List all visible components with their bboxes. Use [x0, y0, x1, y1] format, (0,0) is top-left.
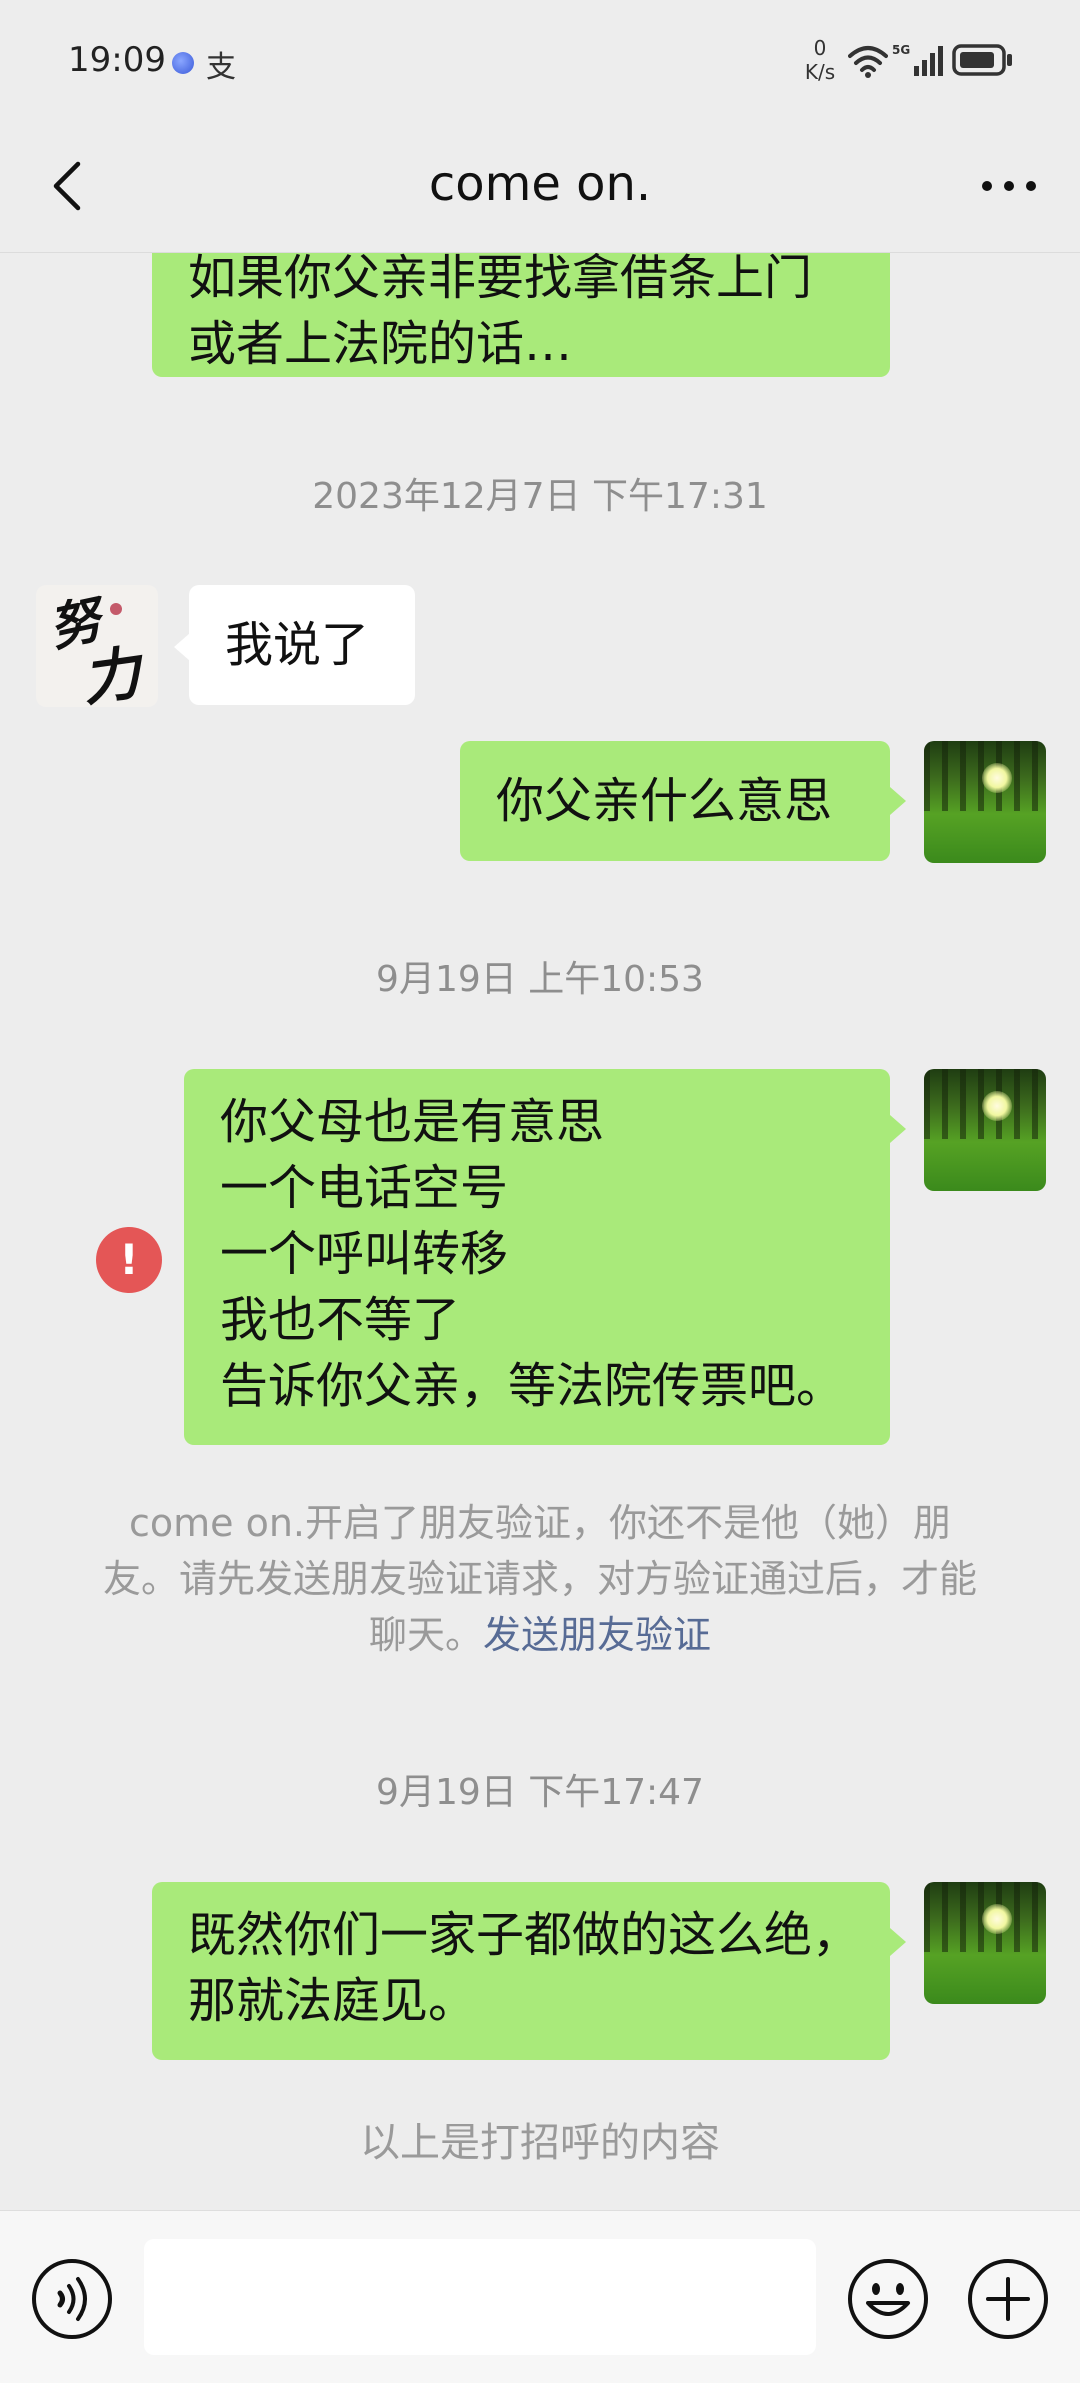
- message-line: 既然你们一家子都做的这么绝，: [188, 1907, 861, 1963]
- bubble-tail: [890, 787, 906, 815]
- message-text: 你父亲什么意思: [496, 773, 833, 829]
- voice-input-button[interactable]: [30, 2257, 114, 2345]
- friend-verification-notice: come on.开启了朋友验证，你还不是他（她）朋友。请先发送朋友验证请求，对方…: [100, 1495, 980, 1663]
- message-line: 你父母也是有意思: [220, 1094, 605, 1150]
- message-timestamp: 9月19日 上午10:53: [376, 959, 704, 1000]
- battery-icon: [952, 44, 1012, 76]
- greeting-notice: 以上是打招呼的内容: [360, 2120, 720, 2166]
- network-type-label: 5G: [892, 43, 910, 57]
- alipay-notification-icon: 支: [206, 50, 236, 85]
- bubble-tail: [890, 1115, 906, 1143]
- bubble-tail: [890, 1928, 906, 1956]
- smiley-icon: [848, 2259, 928, 2339]
- wifi-icon: [848, 46, 888, 78]
- back-button[interactable]: [36, 148, 96, 224]
- message-bubble-received[interactable]: 我说了: [189, 585, 415, 705]
- plus-icon: [968, 2259, 1048, 2339]
- network-speed: 0 K/s: [800, 36, 840, 84]
- input-bar: [0, 2210, 1080, 2383]
- message-timestamp: 2023年12月7日 下午17:31: [312, 476, 768, 517]
- message-input[interactable]: [144, 2239, 816, 2355]
- chat-message-list[interactable]: 如果你父亲非要找拿借条上门 或者上法院的话… 2023年12月7日 下午17:3…: [0, 253, 1080, 2210]
- message-bubble-sent[interactable]: 如果你父亲非要找拿借条上门 或者上法院的话…: [152, 253, 890, 377]
- emoji-button[interactable]: [846, 2257, 930, 2345]
- more-options-button[interactable]: [964, 148, 1054, 224]
- message-bubble-sent[interactable]: 你父母也是有意思 一个电话空号 一个呼叫转移 我也不等了 告诉你父亲，等法院传票…: [184, 1069, 890, 1445]
- message-line: 我也不等了: [220, 1292, 461, 1348]
- voice-icon: [32, 2259, 112, 2339]
- friend-avatar[interactable]: 努 力: [36, 585, 158, 707]
- message-bubble-sent[interactable]: 你父亲什么意思: [460, 741, 890, 861]
- more-functions-button[interactable]: [966, 2257, 1050, 2345]
- message-timestamp: 9月19日 下午17:47: [376, 1772, 704, 1813]
- message-bubble-sent[interactable]: 既然你们一家子都做的这么绝， 那就法庭见。: [152, 1882, 890, 2060]
- network-speed-value: 0: [813, 36, 827, 60]
- message-line: 一个电话空号: [220, 1160, 509, 1216]
- status-bar: 19:09 支 0 K/s 5G: [0, 0, 1080, 120]
- message-line: 如果你父亲非要找拿借条上门: [188, 253, 813, 306]
- chevron-left-icon: [53, 161, 81, 211]
- cellular-signal-icon: 5G: [892, 43, 943, 76]
- svg-text:力: 力: [78, 638, 150, 707]
- my-avatar[interactable]: [924, 1069, 1046, 1191]
- chat-header: come on.: [0, 120, 1080, 253]
- network-speed-unit: K/s: [804, 60, 836, 84]
- message-line: 一个呼叫转移: [220, 1226, 509, 1282]
- message-line: 告诉你父亲，等法院传票吧。: [220, 1358, 845, 1414]
- more-dots-icon: [982, 181, 1036, 191]
- status-time: 19:09: [68, 40, 166, 80]
- calligraphy-logo-icon: 努 力: [44, 588, 150, 707]
- my-avatar[interactable]: [924, 1882, 1046, 2004]
- bubble-tail: [174, 633, 190, 661]
- message-line: 那就法庭见。: [188, 1973, 477, 2029]
- send-failed-icon[interactable]: !: [96, 1227, 162, 1293]
- notification-dot-icon: [172, 52, 194, 74]
- message-text: 我说了: [225, 617, 370, 673]
- my-avatar[interactable]: [924, 741, 1046, 863]
- send-verification-link[interactable]: 发送朋友验证: [483, 1613, 711, 1657]
- message-line: 或者上法院的话…: [188, 316, 573, 372]
- chat-title: come on.: [428, 156, 652, 212]
